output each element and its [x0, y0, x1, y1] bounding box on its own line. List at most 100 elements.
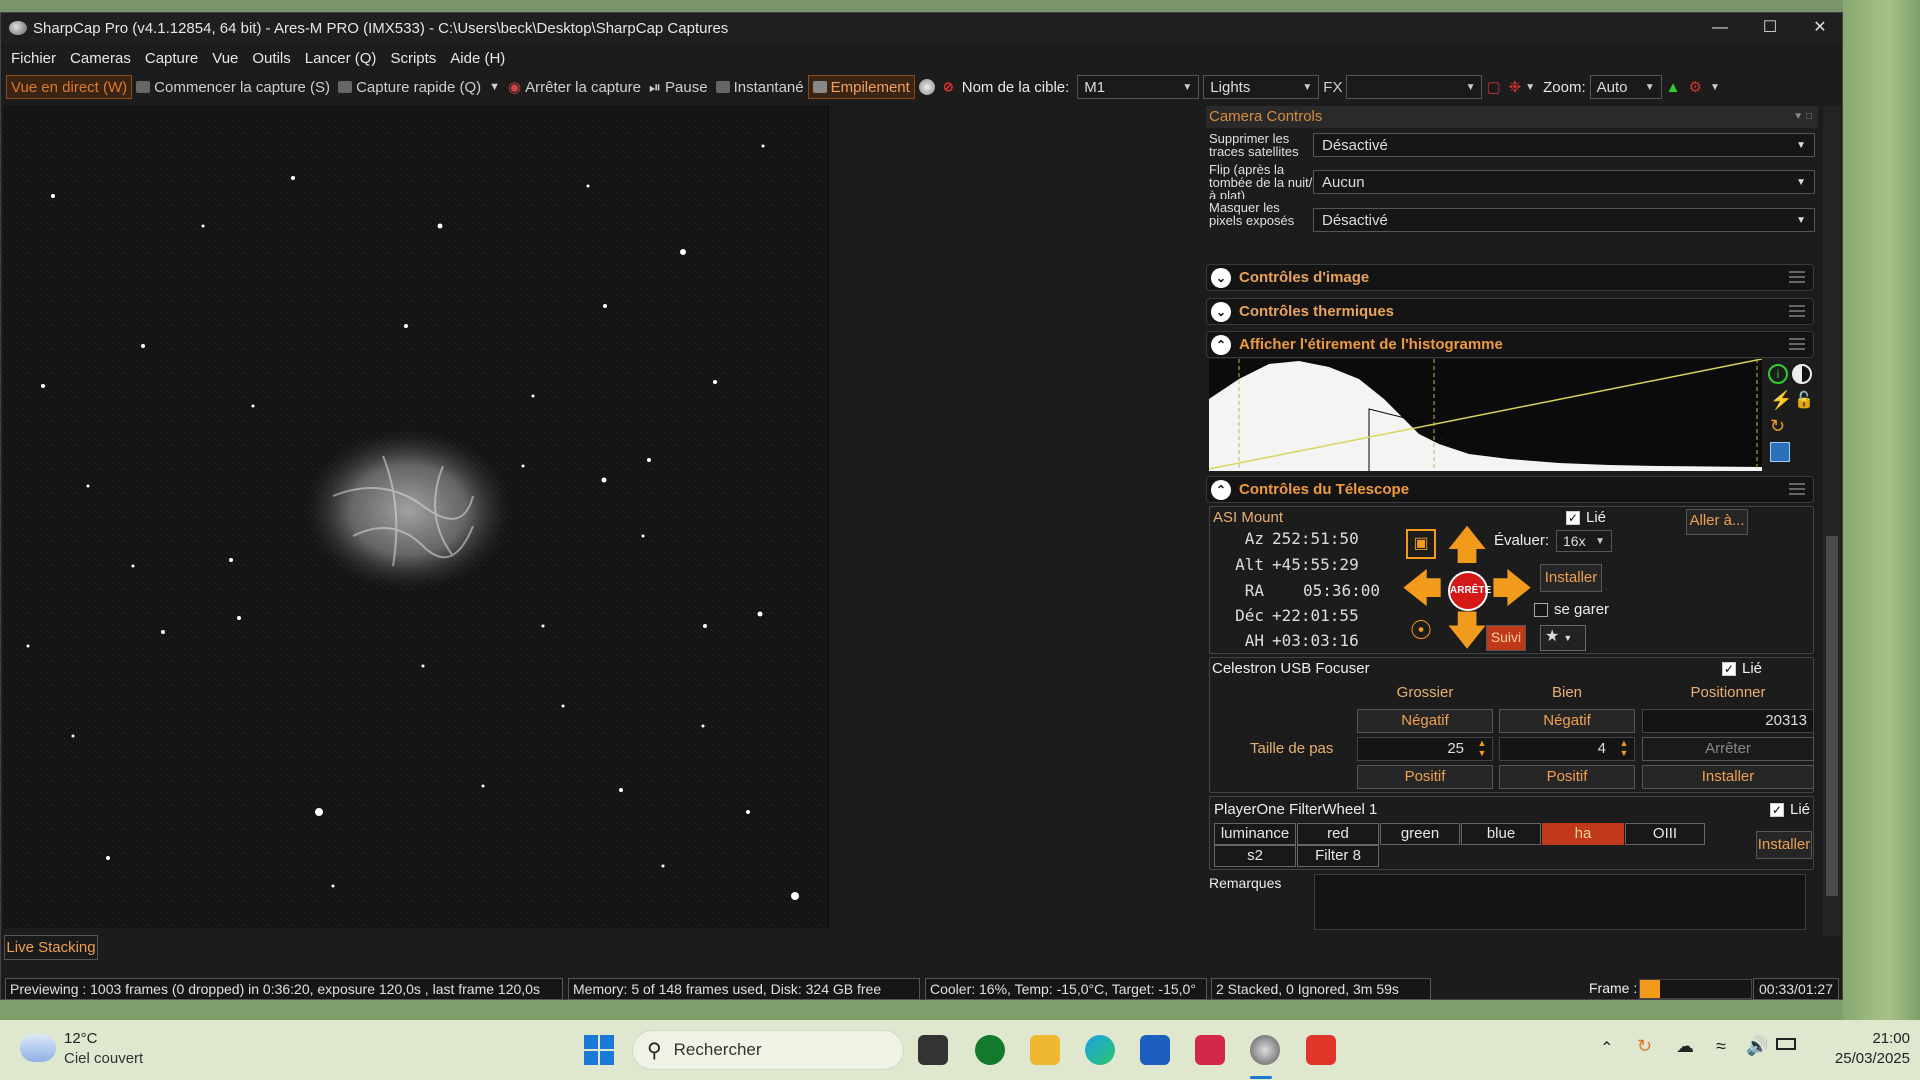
- stacking-button[interactable]: Empilement: [807, 75, 915, 99]
- menu-cameras[interactable]: Cameras: [70, 50, 131, 67]
- histogram-icon[interactable]: ▲: [1662, 75, 1685, 99]
- zoom-select[interactable]: Auto ▼: [1589, 75, 1662, 99]
- mask-pixels-select[interactable]: Désactivé ▼: [1313, 208, 1815, 232]
- park-checkbox[interactable]: se garer: [1534, 601, 1609, 618]
- filterwheel-setup-button[interactable]: Installer: [1756, 831, 1812, 859]
- spinner-arrows-icon[interactable]: ▲ ▼: [1473, 738, 1491, 760]
- coarse-negative-button[interactable]: Négatif: [1357, 709, 1493, 733]
- chevron-up-icon[interactable]: ⌃: [1600, 1038, 1613, 1058]
- chevron-down-icon[interactable]: ▼: [489, 81, 500, 93]
- spinner-arrows-icon[interactable]: ▲ ▼: [1615, 738, 1633, 760]
- start-capture-button[interactable]: Commencer la capture (S): [132, 75, 334, 99]
- menu-outils[interactable]: Outils: [252, 50, 290, 67]
- rate-select[interactable]: 16x ▼: [1556, 530, 1612, 552]
- filter-8-button[interactable]: Filter 8: [1297, 845, 1379, 867]
- settings-icon[interactable]: ⚙ ▼: [1685, 75, 1724, 99]
- focuser-setup-button[interactable]: Installer: [1642, 765, 1814, 789]
- mount-setup-button[interactable]: Installer: [1540, 564, 1602, 592]
- anydesk-icon[interactable]: [1306, 1035, 1336, 1065]
- sync-icon[interactable]: ↻: [1637, 1036, 1652, 1057]
- clock-time[interactable]: 21:00: [1800, 1030, 1910, 1047]
- filter-blue-button[interactable]: blue: [1461, 823, 1541, 845]
- filterwheel-linked-checkbox[interactable]: ✓ Lié: [1770, 801, 1810, 818]
- no-target-icon[interactable]: ⊘: [939, 75, 958, 99]
- filter-red-button[interactable]: red: [1297, 823, 1379, 845]
- star-select[interactable]: ★ ▼: [1540, 625, 1586, 651]
- home-target-icon[interactable]: ☉: [1406, 615, 1436, 645]
- filter-luminance-button[interactable]: luminance: [1214, 823, 1296, 845]
- histogram-chart[interactable]: [1209, 359, 1762, 471]
- app-green-icon[interactable]: [975, 1035, 1005, 1065]
- pause-button[interactable]: ⏯ Pause: [645, 75, 712, 99]
- snapshot-button[interactable]: Instantané: [712, 75, 808, 99]
- menu-aide[interactable]: Aide (H): [450, 50, 505, 67]
- panel-pin-icon[interactable]: ▼ □: [1793, 106, 1812, 128]
- panel-histogram[interactable]: ⌃ Afficher l'étirement de l'histogramme: [1206, 331, 1814, 358]
- quick-capture-button[interactable]: Capture rapide (Q) ▼: [334, 75, 504, 99]
- info-icon[interactable]: i: [1768, 364, 1788, 384]
- maximize-button[interactable]: ☐: [1745, 13, 1795, 43]
- battery-icon[interactable]: [1776, 1038, 1796, 1050]
- task-view-icon[interactable]: [918, 1035, 948, 1065]
- filter-oiii-button[interactable]: OIII: [1625, 823, 1705, 845]
- close-button[interactable]: ✕: [1795, 13, 1845, 43]
- windows-start-icon[interactable]: [584, 1035, 614, 1065]
- goto-button[interactable]: Aller à...: [1686, 509, 1748, 535]
- arrow-left-icon[interactable]: 🡄: [1400, 569, 1444, 609]
- volume-icon[interactable]: 🔊: [1746, 1036, 1768, 1057]
- menu-vue[interactable]: Vue: [212, 50, 238, 67]
- save-icon[interactable]: [1770, 442, 1790, 462]
- reset-icon[interactable]: ↻: [1770, 416, 1785, 437]
- wifi-icon[interactable]: ≈: [1716, 1036, 1726, 1057]
- filter-s2-button[interactable]: s2: [1214, 845, 1296, 867]
- weather-cloud-icon[interactable]: [20, 1034, 56, 1062]
- reticle-icon[interactable]: ▢: [1482, 75, 1504, 99]
- sidebar-scrollbar[interactable]: [1823, 106, 1841, 936]
- panel-menu-icon[interactable]: [1789, 483, 1805, 495]
- taskbar-search[interactable]: ⚲ Rechercher: [632, 1030, 904, 1070]
- notes-textarea[interactable]: [1314, 874, 1806, 930]
- focuser-stop-button[interactable]: Arrêter: [1642, 737, 1814, 761]
- brightness-icon[interactable]: [915, 75, 939, 99]
- target-name-select[interactable]: M1 ▼: [1077, 75, 1200, 99]
- lightning-icon[interactable]: ⚡: [1770, 390, 1792, 411]
- filter-ha-button[interactable]: ha: [1542, 823, 1624, 845]
- filter-green-button[interactable]: green: [1380, 823, 1460, 845]
- fx-select[interactable]: ▼: [1346, 75, 1483, 99]
- frame-type-select[interactable]: Lights ▼: [1203, 75, 1320, 99]
- panel-menu-icon[interactable]: [1789, 305, 1805, 317]
- camera-image-view[interactable]: [3, 106, 829, 928]
- coarse-positive-button[interactable]: Positif: [1357, 765, 1493, 789]
- file-explorer-icon[interactable]: [1030, 1035, 1060, 1065]
- menu-scripts[interactable]: Scripts: [390, 50, 436, 67]
- panel-menu-icon[interactable]: [1789, 271, 1805, 283]
- menu-capture[interactable]: Capture: [145, 50, 198, 67]
- contrast-icon[interactable]: [1792, 364, 1812, 384]
- fine-positive-button[interactable]: Positif: [1499, 765, 1635, 789]
- minimize-button[interactable]: —: [1695, 13, 1745, 43]
- stop-capture-button[interactable]: ◉ Arrêter la capture: [504, 75, 645, 99]
- arrow-down-icon[interactable]: 🡇: [1445, 611, 1489, 651]
- panel-telescope[interactable]: ⌃ Contrôles du Télescope: [1206, 476, 1814, 503]
- clock-date[interactable]: 25/03/2025: [1800, 1050, 1910, 1067]
- menu-lancer[interactable]: Lancer (Q): [305, 50, 377, 67]
- focuser-linked-checkbox[interactable]: ✓ Lié: [1722, 660, 1762, 677]
- tracking-button[interactable]: Suivi: [1486, 625, 1526, 651]
- live-view-button[interactable]: Vue en direct (W): [6, 75, 133, 99]
- satellite-trails-select[interactable]: Désactivé ▼: [1313, 133, 1815, 157]
- fine-negative-button[interactable]: Négatif: [1499, 709, 1635, 733]
- panel-image-controls[interactable]: ⌄ Contrôles d'image: [1206, 264, 1814, 291]
- app-red-icon[interactable]: [1195, 1035, 1225, 1065]
- store-icon[interactable]: [1140, 1035, 1170, 1065]
- cloud-off-icon[interactable]: ☁: [1676, 1036, 1694, 1057]
- flip-select[interactable]: Aucun ▼: [1313, 170, 1815, 194]
- live-stacking-tab[interactable]: Live Stacking: [4, 935, 98, 960]
- sharpcap-taskbar-icon[interactable]: [1250, 1035, 1280, 1065]
- mount-linked-checkbox[interactable]: ✓ Lié: [1566, 509, 1606, 526]
- stop-mount-button[interactable]: ARRÊTE: [1448, 571, 1491, 611]
- edge-browser-icon[interactable]: [1085, 1035, 1115, 1065]
- scrollbar-thumb[interactable]: [1826, 536, 1838, 896]
- focus-stars-icon[interactable]: ❉ ▼: [1505, 75, 1539, 99]
- lock-icon[interactable]: 🔓: [1794, 390, 1814, 410]
- center-icon[interactable]: ▣: [1406, 529, 1436, 559]
